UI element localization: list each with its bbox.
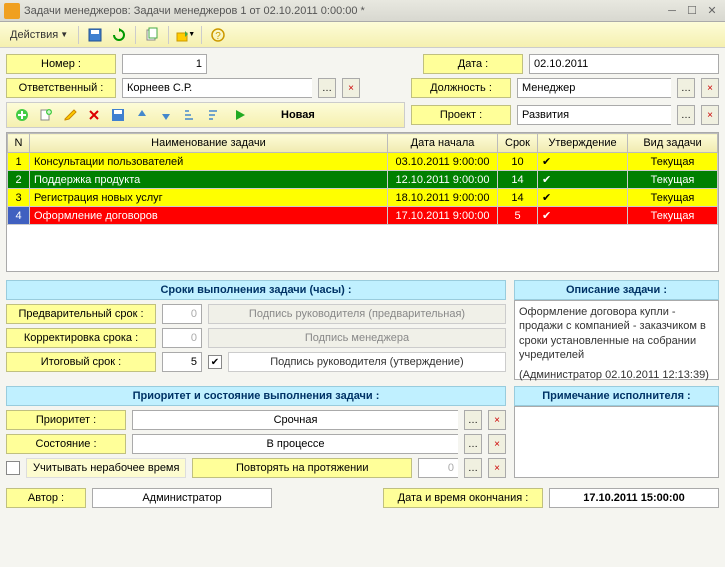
responsible-label: Ответственный : bbox=[6, 78, 116, 98]
end-label: Дата и время окончания : bbox=[383, 488, 543, 508]
end-input[interactable]: 17.10.2011 15:00:00 bbox=[549, 488, 719, 508]
help-icon[interactable]: ? bbox=[208, 25, 228, 45]
actions-menu[interactable]: Действия ▼ bbox=[6, 27, 72, 43]
down-icon[interactable] bbox=[155, 105, 177, 125]
table-row[interactable]: 3Регистрация новых услуг18.10.2011 9:00:… bbox=[8, 189, 718, 207]
copy-row-icon[interactable] bbox=[35, 105, 57, 125]
position-clear[interactable]: × bbox=[701, 78, 719, 98]
add-icon[interactable] bbox=[11, 105, 33, 125]
col-type[interactable]: Вид задачи bbox=[628, 134, 718, 153]
app-icon bbox=[4, 3, 20, 19]
terms-header: Сроки выполнения задачи (часы) : bbox=[6, 280, 506, 300]
col-start[interactable]: Дата начала bbox=[388, 134, 498, 153]
tasks-grid[interactable]: N Наименование задачи Дата начала Срок У… bbox=[6, 132, 719, 272]
edit-icon[interactable] bbox=[59, 105, 81, 125]
maximize-button[interactable]: ☐ bbox=[683, 3, 701, 19]
final-label: Итоговый срок : bbox=[6, 352, 156, 372]
grid-toolbar: Новая bbox=[6, 102, 405, 128]
state-input[interactable]: В процессе bbox=[132, 434, 458, 454]
minimize-button[interactable]: ─ bbox=[663, 3, 681, 19]
final-sign: Подпись руководителя (утверждение) bbox=[228, 352, 506, 372]
position-label: Должность : bbox=[411, 78, 511, 98]
project-label: Проект : bbox=[411, 105, 511, 125]
prelim-label: Предварительный срок : bbox=[6, 304, 156, 324]
project-input[interactable]: Развития bbox=[517, 105, 671, 125]
author-label: Автор : bbox=[6, 488, 86, 508]
refresh-icon[interactable] bbox=[109, 25, 129, 45]
position-input[interactable]: Менеджер bbox=[517, 78, 671, 98]
author-input[interactable]: Администратор bbox=[92, 488, 272, 508]
up-icon[interactable] bbox=[131, 105, 153, 125]
state-clear[interactable]: × bbox=[488, 434, 506, 454]
description-text[interactable]: Оформление договора купли - продажи с ко… bbox=[514, 300, 719, 380]
priority-header: Приоритет и состояние выполнения задачи … bbox=[6, 386, 506, 406]
priority-picker[interactable]: … bbox=[464, 410, 482, 430]
nonwork-label: Учитывать нерабочее время bbox=[26, 458, 186, 478]
window-title: Задачи менеджеров: Задачи менеджеров 1 о… bbox=[24, 5, 661, 17]
sort-desc-icon[interactable] bbox=[203, 105, 225, 125]
repeat-picker[interactable]: … bbox=[464, 458, 482, 478]
priority-input[interactable]: Срочная bbox=[132, 410, 458, 430]
description-header: Описание задачи : bbox=[514, 280, 719, 300]
close-button[interactable]: ✕ bbox=[703, 3, 721, 19]
project-picker[interactable]: … bbox=[677, 105, 695, 125]
col-approve[interactable]: Утверждение bbox=[538, 134, 628, 153]
prelim-input[interactable]: 0 bbox=[162, 304, 202, 324]
final-input[interactable]: 5 bbox=[162, 352, 202, 372]
svg-text:?: ? bbox=[215, 31, 221, 42]
repeat-clear[interactable]: × bbox=[488, 458, 506, 478]
delete-icon[interactable] bbox=[83, 105, 105, 125]
repeat-label: Повторять на протяжении bbox=[192, 458, 412, 478]
responsible-clear[interactable]: × bbox=[342, 78, 360, 98]
correction-label: Корректировка срока : bbox=[6, 328, 156, 348]
state-picker[interactable]: … bbox=[464, 434, 482, 454]
state-label: Состояние : bbox=[6, 434, 126, 454]
repeat-input[interactable]: 0 bbox=[418, 458, 458, 478]
nonwork-checkbox[interactable] bbox=[6, 461, 20, 475]
save-row-icon[interactable] bbox=[107, 105, 129, 125]
priority-label: Приоритет : bbox=[6, 410, 126, 430]
col-n[interactable]: N bbox=[8, 134, 30, 153]
export-icon[interactable]: ▼ bbox=[175, 25, 195, 45]
correction-sign: Подпись менеджера bbox=[208, 328, 506, 348]
responsible-picker[interactable]: … bbox=[318, 78, 336, 98]
row-status: Новая bbox=[261, 109, 335, 121]
table-row[interactable]: 1Консультации пользователей03.10.2011 9:… bbox=[8, 153, 718, 171]
play-icon[interactable] bbox=[229, 105, 251, 125]
final-checkbox[interactable]: ✔ bbox=[208, 355, 222, 369]
col-name[interactable]: Наименование задачи bbox=[30, 134, 388, 153]
position-picker[interactable]: … bbox=[677, 78, 695, 98]
responsible-input[interactable]: Корнеев С.Р. bbox=[122, 78, 312, 98]
date-input[interactable]: 02.10.2011 bbox=[529, 54, 719, 74]
main-toolbar: Действия ▼ ▼ ? bbox=[0, 22, 725, 48]
copy-icon[interactable] bbox=[142, 25, 162, 45]
titlebar: Задачи менеджеров: Задачи менеджеров 1 о… bbox=[0, 0, 725, 22]
sort-asc-icon[interactable] bbox=[179, 105, 201, 125]
number-label: Номер : bbox=[6, 54, 116, 74]
correction-input[interactable]: 0 bbox=[162, 328, 202, 348]
project-clear[interactable]: × bbox=[701, 105, 719, 125]
number-input[interactable]: 1 bbox=[122, 54, 207, 74]
col-term[interactable]: Срок bbox=[498, 134, 538, 153]
note-header: Примечание исполнителя : bbox=[514, 386, 719, 406]
save-icon[interactable] bbox=[85, 25, 105, 45]
priority-clear[interactable]: × bbox=[488, 410, 506, 430]
table-row[interactable]: 4Оформление договоров17.10.2011 9:00:005… bbox=[8, 207, 718, 225]
date-label: Дата : bbox=[423, 54, 523, 74]
note-text[interactable] bbox=[514, 406, 719, 478]
table-row[interactable]: 2Поддержка продукта12.10.2011 9:00:0014✔… bbox=[8, 171, 718, 189]
prelim-sign: Подпись руководителя (предварительная) bbox=[208, 304, 506, 324]
